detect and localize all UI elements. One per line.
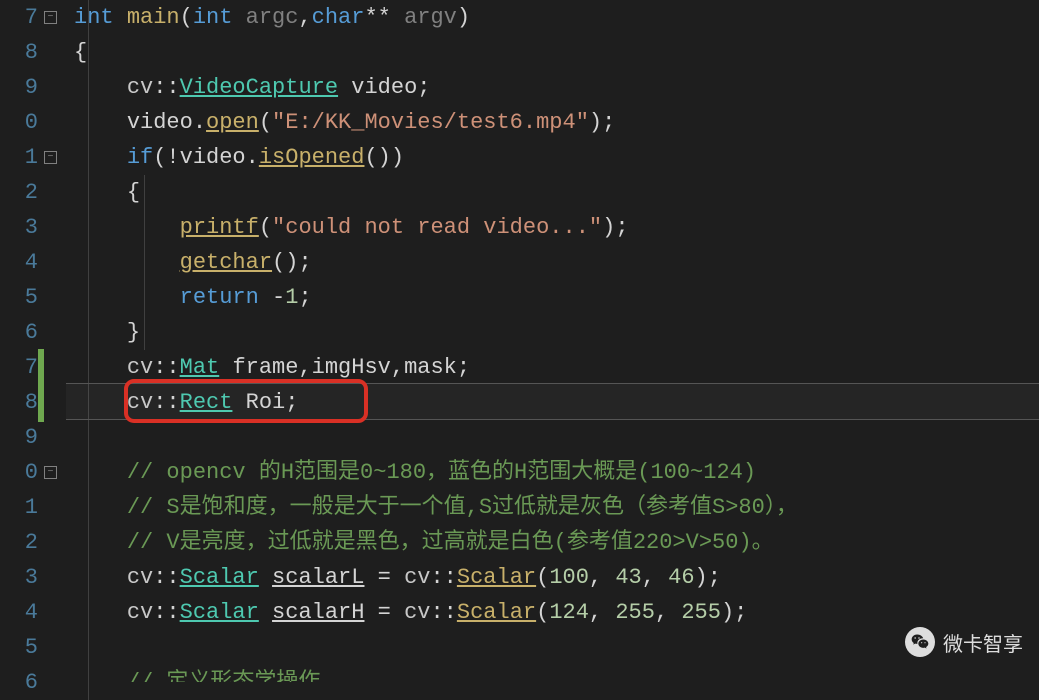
type-name: Scalar [180,565,259,590]
type-name: Mat [180,355,220,380]
line-number: 8 [8,35,38,70]
line-number: 2 [8,525,38,560]
line-number: 7 [8,350,38,385]
code-line[interactable]: // 定义形态学操作 [66,665,1039,682]
code-line[interactable]: video.open("E:/KK_Movies/test6.mp4"); [66,105,1039,140]
annotation-box [124,379,368,423]
type-name: Scalar [180,600,259,625]
line-number: 3 [8,210,38,245]
line-number: 9 [8,420,38,455]
change-marker [38,349,44,422]
line-number: 4 [8,595,38,630]
code-line[interactable]: } [66,315,1039,350]
code-line[interactable] [66,630,1039,665]
code-line[interactable]: printf("could not read video..."); [66,210,1039,245]
fold-toggle-icon[interactable] [44,151,57,164]
line-number: 5 [8,630,38,665]
line-number: 8 [8,385,38,420]
method-name: open [206,110,259,135]
code-line[interactable] [66,420,1039,455]
code-line[interactable]: return -1; [66,280,1039,315]
function-name: main [127,5,180,30]
code-line[interactable]: int main(int argc,char** argv) [66,0,1039,35]
watermark: 微卡智享 [905,627,1023,657]
line-number: 7 [8,0,38,35]
comment: // 定义形态学操作 [127,670,321,682]
fold-toggle-icon[interactable] [44,466,57,479]
comment: // S是饱和度，一般是大于一个值,S过低就是灰色（参考值S>80）， [127,495,798,520]
code-line[interactable]: { [66,35,1039,70]
line-number: 3 [8,560,38,595]
indent-guide [88,0,89,700]
line-number: 0 [8,455,38,490]
function-name: printf [180,215,259,240]
code-line[interactable]: // V是亮度，过低就是黑色，过高就是白色(参考值220>V>50)。 [66,525,1039,560]
comment: // V是亮度，过低就是黑色，过高就是白色(参考值220>V>50)。 [127,530,774,555]
line-number-gutter: 7 8 9 0 1 2 3 4 5 6 7 8 9 0 1 2 3 4 5 6 [0,0,38,667]
string-literal: "could not read video..." [272,215,602,240]
wechat-icon [905,627,935,657]
code-line[interactable]: cv::Scalar scalarH = cv::Scalar(124, 255… [66,595,1039,630]
code-line[interactable]: // opencv 的H范围是0~180，蓝色的H范围大概是(100~124) [66,455,1039,490]
comment: // opencv 的H范围是0~180，蓝色的H范围大概是(100~124) [127,460,756,485]
line-number: 4 [8,245,38,280]
line-number: 0 [8,105,38,140]
code-line[interactable]: if(!video.isOpened()) [66,140,1039,175]
line-number: 9 [8,70,38,105]
fold-toggle-icon[interactable] [44,11,57,24]
line-number: 1 [8,140,38,175]
method-name: isOpened [259,145,365,170]
code-line[interactable]: // S是饱和度，一般是大于一个值,S过低就是灰色（参考值S>80）， [66,490,1039,525]
code-line[interactable]: getchar(); [66,245,1039,280]
fold-gutter [38,0,66,667]
type-name: VideoCapture [180,75,338,100]
line-number: 5 [8,280,38,315]
line-number: 6 [8,665,38,700]
line-number: 2 [8,175,38,210]
line-number: 6 [8,315,38,350]
keyword: int [74,5,114,30]
watermark-text: 微卡智享 [943,628,1023,657]
code-line[interactable]: { [66,175,1039,210]
line-number: 1 [8,490,38,525]
code-editor[interactable]: 7 8 9 0 1 2 3 4 5 6 7 8 9 0 1 2 3 4 5 6 … [0,0,1039,667]
code-line[interactable]: cv::VideoCapture video; [66,70,1039,105]
code-content[interactable]: int main(int argc,char** argv) { cv::Vid… [66,0,1039,667]
indent-guide [144,175,145,350]
function-name: getchar [180,250,272,275]
string-literal: "E:/KK_Movies/test6.mp4" [272,110,589,135]
code-line[interactable]: cv::Scalar scalarL = cv::Scalar(100, 43,… [66,560,1039,595]
